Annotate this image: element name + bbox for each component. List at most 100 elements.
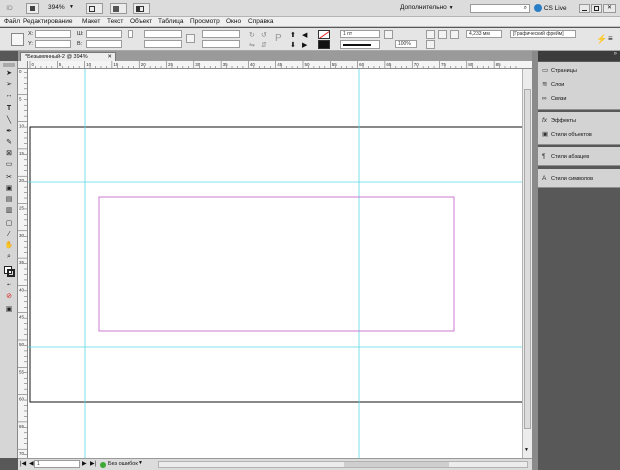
- pen-tool-icon[interactable]: ✒: [3, 127, 15, 137]
- select-previous-object-icon[interactable]: ◀: [302, 31, 307, 39]
- rectangle-frame-tool-icon[interactable]: ⊠: [3, 149, 15, 159]
- screen-mode-icon[interactable]: ▣: [3, 305, 15, 315]
- panel-item-character-styles[interactable]: A Стили символов: [542, 173, 618, 184]
- select-container-icon[interactable]: ⬆: [290, 31, 296, 39]
- lightning-icon[interactable]: ⚡: [596, 34, 607, 45]
- width-field[interactable]: [86, 30, 122, 38]
- eyedropper-tool-icon[interactable]: ⁄: [3, 230, 15, 240]
- panel-item-effects[interactable]: fx Эффекты: [542, 115, 618, 126]
- opacity-field[interactable]: 100%: [395, 40, 417, 48]
- collapse-panels-icon[interactable]: »: [614, 51, 617, 57]
- constrain-scale-button[interactable]: [186, 34, 195, 43]
- height-field[interactable]: [86, 40, 122, 48]
- flip-vertical-icon[interactable]: ⇵: [261, 41, 267, 49]
- restore-button[interactable]: [591, 4, 602, 13]
- horizontal-ruler[interactable]: 0 5 10 15 20 25 30 35 40 45 50 55 60 65 70 75 80 85: [18, 61, 532, 69]
- free-transform-tool-icon[interactable]: ▣: [3, 184, 15, 194]
- stroke-type-dropdown[interactable]: [340, 40, 380, 49]
- document-tab[interactable]: *Безымянный-2 @ 394% ✕: [20, 52, 116, 61]
- cs-live-button[interactable]: CS Live: [534, 3, 570, 14]
- menu-edit[interactable]: Редактирование: [23, 18, 73, 26]
- panel-item-layers[interactable]: ≋ Слои: [542, 79, 618, 90]
- scale-y-field[interactable]: [144, 40, 182, 48]
- gap-tool-icon[interactable]: ↔: [3, 91, 15, 101]
- view-options-button[interactable]: [86, 3, 103, 14]
- x-position-field[interactable]: [35, 30, 71, 38]
- hand-tool-icon[interactable]: ✋: [3, 241, 15, 251]
- rotate-90-cw-icon[interactable]: ↻: [249, 31, 255, 39]
- ruler-origin[interactable]: [18, 61, 28, 69]
- note-tool-icon[interactable]: ▢: [3, 219, 15, 229]
- stroke-swatch[interactable]: [318, 40, 330, 49]
- menu-layout[interactable]: Макет: [82, 18, 100, 26]
- panel-item-object-styles[interactable]: ▣ Стили объектов: [542, 129, 618, 140]
- rotate-90-ccw-icon[interactable]: ↺: [261, 31, 267, 39]
- gradient-swatch-tool-icon[interactable]: ▤: [3, 195, 15, 205]
- panel-item-links[interactable]: ∞ Связи: [542, 93, 618, 104]
- type-tool-icon[interactable]: T: [3, 104, 15, 114]
- scroll-thumb[interactable]: [344, 462, 449, 467]
- zoom-level-dropdown[interactable]: 394% ▼: [48, 4, 74, 14]
- minimize-button[interactable]: [579, 4, 590, 13]
- menu-help[interactable]: Справка: [248, 18, 274, 26]
- workspace-switcher[interactable]: Дополнительно ▼: [400, 4, 462, 14]
- panel-item-paragraph-styles[interactable]: ¶ Стили абзацев: [542, 151, 618, 162]
- selection-tool-icon[interactable]: ➤: [3, 69, 15, 79]
- horizontal-scrollbar[interactable]: [158, 461, 528, 468]
- scroll-thumb[interactable]: [524, 89, 531, 429]
- y-position-field[interactable]: [35, 40, 71, 48]
- document-canvas[interactable]: [28, 69, 522, 458]
- zoom-tool-icon[interactable]: ⌕: [3, 252, 15, 262]
- menu-window[interactable]: Окно: [226, 18, 241, 26]
- fitting-button[interactable]: [438, 30, 447, 39]
- panel-dock-header[interactable]: »: [538, 51, 620, 61]
- arrange-documents-button[interactable]: [133, 3, 150, 14]
- gradient-feather-tool-icon[interactable]: ▥: [3, 206, 15, 216]
- previous-page-icon[interactable]: ◀: [29, 460, 34, 467]
- menu-object[interactable]: Объект: [130, 18, 152, 26]
- last-page-icon[interactable]: ▶|: [90, 460, 96, 467]
- vertical-ruler[interactable]: 051015202530354045505560657075: [18, 69, 28, 458]
- stroke-weight-field[interactable]: 1 пт: [340, 30, 380, 38]
- stroke-swatch-tool[interactable]: [7, 269, 15, 277]
- text-wrap-button[interactable]: [426, 30, 435, 39]
- swap-colors-icon[interactable]: ▪▫: [3, 280, 15, 290]
- help-search-input[interactable]: ⌕: [470, 4, 530, 13]
- next-page-icon[interactable]: ▶: [82, 460, 87, 467]
- page-number-field[interactable]: 1: [34, 460, 80, 468]
- select-next-object-icon[interactable]: ▶: [302, 41, 307, 49]
- close-button[interactable]: ✕: [603, 4, 616, 13]
- toolbox-grip[interactable]: [3, 63, 15, 67]
- apply-none-icon[interactable]: ⊘: [3, 292, 15, 302]
- select-content-icon[interactable]: ⬇: [290, 41, 296, 49]
- panel-item-pages[interactable]: ▭ Страницы: [542, 65, 618, 76]
- preflight-status-label[interactable]: Без ошибок: [108, 460, 138, 468]
- drop-shadow-button[interactable]: [426, 40, 435, 49]
- reference-point-grid[interactable]: [11, 33, 24, 46]
- close-icon[interactable]: ✕: [107, 53, 112, 61]
- direct-selection-tool-icon[interactable]: ➢: [3, 80, 15, 90]
- rotation-angle-field[interactable]: [202, 30, 240, 38]
- first-page-icon[interactable]: |◀: [20, 460, 26, 467]
- shear-angle-field[interactable]: [202, 40, 240, 48]
- screen-mode-button[interactable]: [110, 3, 127, 14]
- effects-button[interactable]: [384, 30, 393, 39]
- line-tool-icon[interactable]: ╲: [3, 116, 15, 126]
- menu-view[interactable]: Просмотр: [190, 18, 220, 26]
- object-style-dropdown[interactable]: [Графический фрейм]: [510, 30, 576, 38]
- fill-swatch[interactable]: [318, 30, 330, 39]
- vertical-scrollbar[interactable]: ▼: [522, 69, 532, 458]
- pencil-tool-icon[interactable]: ✎: [3, 138, 15, 148]
- scale-x-field[interactable]: [144, 30, 182, 38]
- panel-menu-icon[interactable]: ≡: [608, 34, 613, 43]
- constrain-proportions-toggle[interactable]: [128, 30, 133, 38]
- scissors-tool-icon[interactable]: ✂: [3, 173, 15, 183]
- fit-content-button[interactable]: [450, 30, 459, 39]
- rectangle-tool-icon[interactable]: ▭: [3, 160, 15, 170]
- menu-table[interactable]: Таблица: [158, 18, 184, 26]
- bridge-button[interactable]: [26, 3, 39, 14]
- preflight-menu-icon[interactable]: ▼: [138, 460, 143, 466]
- menu-file[interactable]: Файл: [4, 18, 20, 26]
- flip-horizontal-icon[interactable]: ⇋: [249, 41, 255, 49]
- menu-type[interactable]: Текст: [107, 18, 123, 26]
